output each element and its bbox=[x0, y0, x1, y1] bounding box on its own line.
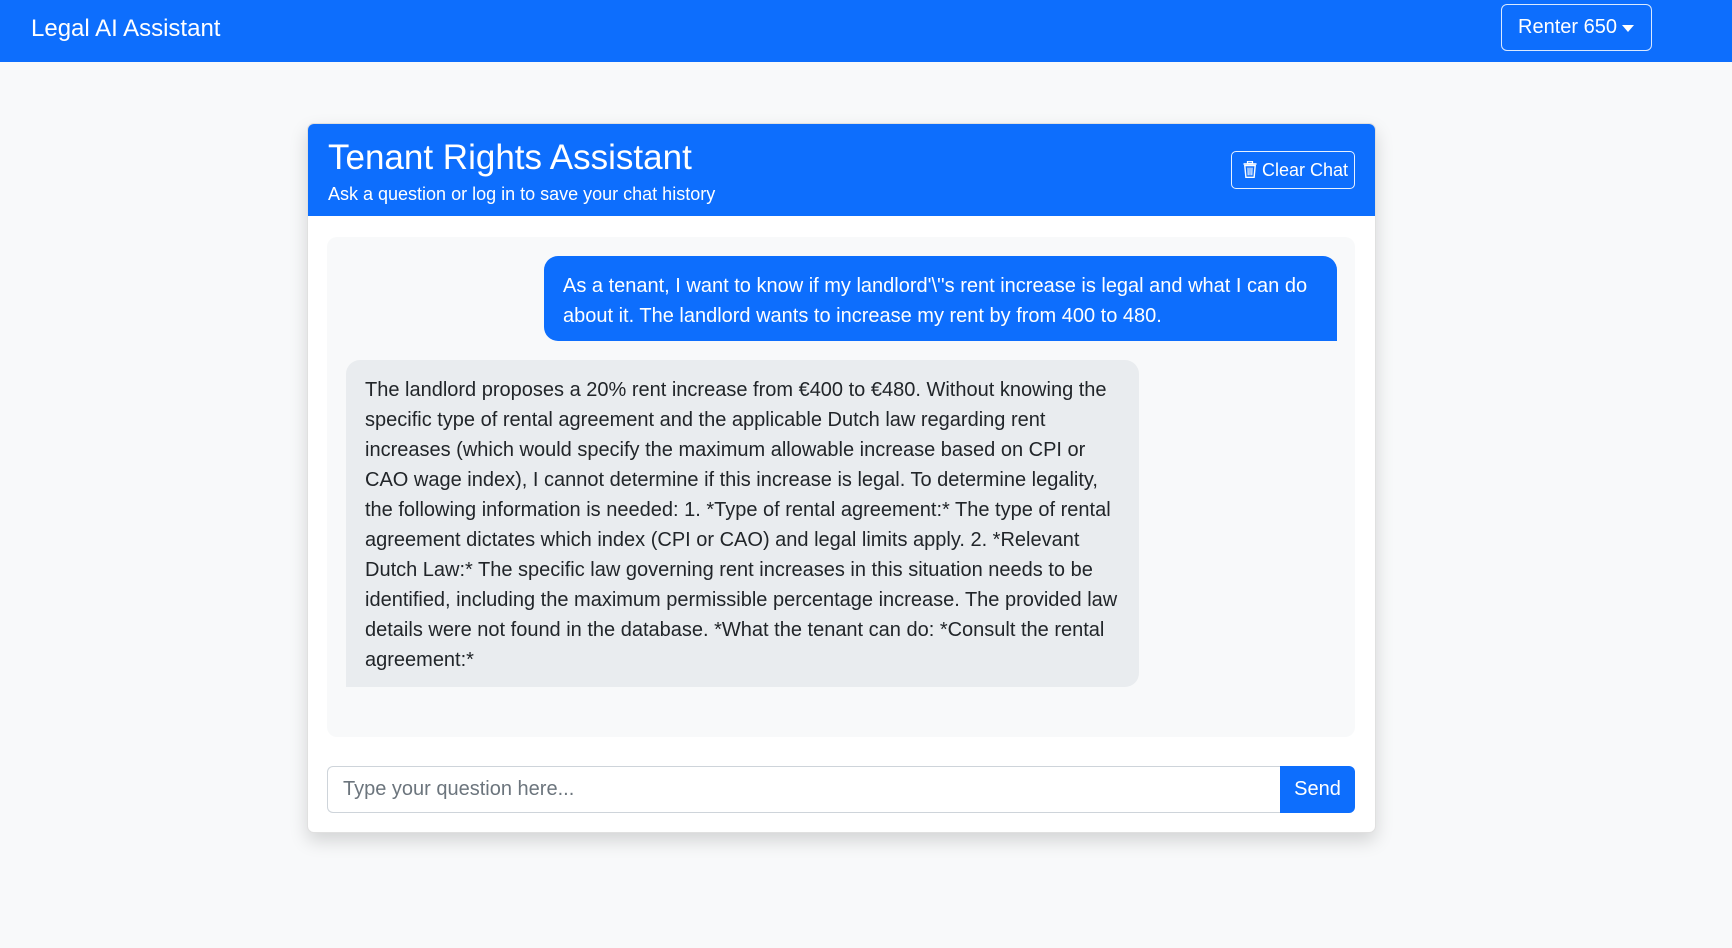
question-input-group: Send bbox=[327, 766, 1355, 813]
send-button[interactable]: Send bbox=[1280, 766, 1355, 813]
clear-chat-label: Clear Chat bbox=[1262, 160, 1349, 180]
chat-card: Tenant Rights Assistant Ask a question o… bbox=[307, 123, 1376, 833]
card-subtitle: Ask a question or log in to save your ch… bbox=[328, 184, 716, 204]
caret-down-icon bbox=[1622, 25, 1634, 32]
chat-messages-area[interactable]: As a tenant, I want to know if my landlo… bbox=[327, 237, 1355, 737]
user-menu-label: Renter 650 bbox=[1518, 16, 1617, 38]
user-message-bubble: As a tenant, I want to know if my landlo… bbox=[544, 256, 1337, 341]
user-menu-dropdown[interactable]: Renter 650 bbox=[1501, 4, 1652, 51]
navbar-brand[interactable]: Legal AI Assistant bbox=[31, 14, 220, 44]
assistant-message-bubble: The landlord proposes a 20% rent increas… bbox=[346, 360, 1139, 687]
clear-chat-button[interactable]: Clear Chat bbox=[1231, 151, 1355, 189]
card-header: Tenant Rights Assistant Ask a question o… bbox=[308, 124, 1375, 216]
trash-icon bbox=[1243, 160, 1257, 178]
question-input[interactable] bbox=[327, 766, 1280, 813]
card-title: Tenant Rights Assistant bbox=[328, 138, 692, 177]
top-navbar: Legal AI Assistant Renter 650 bbox=[0, 0, 1732, 62]
